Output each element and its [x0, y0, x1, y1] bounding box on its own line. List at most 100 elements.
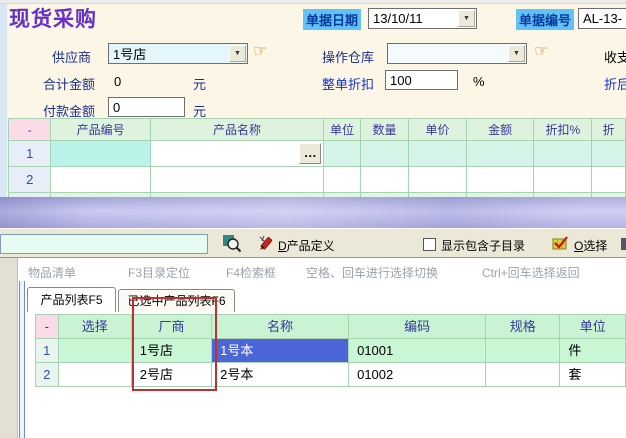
paid-amount-field[interactable]: 0	[108, 97, 185, 117]
chevron-down-icon[interactable]: ▼	[508, 45, 525, 62]
background-window-titlebar	[0, 197, 626, 228]
order-table-header-row: - 产品编号 产品名称 单位 数量 单价 金额 折扣% 折	[9, 119, 626, 141]
col-header-spec[interactable]: 规格	[486, 315, 560, 339]
left-gutter	[0, 258, 18, 438]
unit-cell[interactable]	[324, 141, 361, 167]
row-number: 2	[9, 167, 51, 193]
picker-row-1[interactable]: 1 1号店 1号本 01001 件	[36, 339, 626, 363]
qty-cell[interactable]	[361, 167, 409, 193]
total-amount-unit: 元	[193, 74, 206, 93]
amount-cell[interactable]	[467, 167, 534, 193]
spec-cell[interactable]	[486, 363, 560, 387]
select-cell[interactable]	[59, 363, 132, 387]
supplier-value: 1号店	[109, 44, 229, 63]
unit-cell[interactable]: 件	[560, 339, 626, 363]
amount-cell[interactable]	[467, 141, 534, 167]
search-button[interactable]	[221, 232, 243, 254]
ellipsis-lookup-button[interactable]: …	[299, 143, 321, 164]
name-cell-selected[interactable]: 1号本	[212, 339, 349, 363]
code-cell[interactable]: 01001	[349, 339, 486, 363]
supplier-combobox[interactable]: 1号店 ▼	[108, 43, 248, 64]
col-header-qty[interactable]: 数量	[361, 119, 409, 141]
order-row-1[interactable]: 1 …	[9, 141, 626, 167]
price-cell[interactable]	[409, 141, 467, 167]
red-annotation-rectangle	[132, 297, 217, 391]
col-header-code[interactable]: 编码	[349, 315, 486, 339]
row-number: 1	[9, 141, 51, 167]
help-ctrl-enter: Ctrl+回车选择返回	[482, 264, 580, 281]
col-header-truncated[interactable]: 折	[592, 119, 626, 141]
doc-no-field[interactable]: AL-13-	[578, 8, 626, 29]
discount-cell[interactable]	[534, 167, 592, 193]
show-subdir-checkbox[interactable]	[423, 238, 436, 251]
doc-no-label: 单据编号	[516, 9, 574, 30]
product-name-cell[interactable]	[151, 167, 324, 193]
order-discount-unit: %	[473, 74, 485, 89]
select-cell[interactable]	[59, 339, 132, 363]
product-define-button[interactable]	[257, 233, 277, 253]
col-header-discount-pct[interactable]: 折扣%	[534, 119, 592, 141]
order-row-2[interactable]: 2	[9, 167, 626, 193]
spec-cell[interactable]	[486, 339, 560, 363]
col-header-product-name[interactable]: 产品名称	[151, 119, 324, 141]
picker-row-2[interactable]: 2 2号店 2号本 01002 套	[36, 363, 626, 387]
product-define-label[interactable]: D产品定义	[278, 237, 335, 254]
chevron-down-icon[interactable]: ▼	[458, 10, 475, 27]
hand-picker-icon[interactable]: ☞	[253, 44, 267, 60]
row-number: 1	[36, 339, 59, 363]
order-items-table: - 产品编号 产品名称 单位 数量 单价 金额 折扣% 折 1 … 2	[8, 118, 626, 197]
col-header-unit[interactable]: 单位	[560, 315, 626, 339]
discount-cell[interactable]	[534, 141, 592, 167]
pen-icon	[257, 233, 277, 253]
total-amount-value: 0	[114, 74, 121, 89]
name-cell[interactable]: 2号本	[212, 363, 349, 387]
page-title: 现货采购	[9, 3, 97, 33]
help-space-enter: 空格、回车进行选择切换	[306, 264, 438, 281]
product-name-cell[interactable]: …	[151, 141, 324, 167]
truncated-cell[interactable]	[592, 167, 626, 193]
col-header-name[interactable]: 名称	[212, 315, 349, 339]
tab-product-list-f5[interactable]: 产品列表F5	[27, 287, 116, 312]
unit-cell[interactable]: 套	[560, 363, 626, 387]
col-header-select[interactable]: 选择	[59, 315, 132, 339]
hand-picker-icon[interactable]: ☞	[534, 44, 548, 60]
doc-date-value: 13/10/11	[369, 11, 458, 26]
help-f4: F4检索框	[226, 264, 276, 281]
doc-date-combobox[interactable]: 13/10/11 ▼	[368, 8, 477, 29]
col-header-price[interactable]: 单价	[409, 119, 467, 141]
checkmark-icon	[552, 235, 569, 251]
picker-header-row: - 选择 厂商 名称 编码 规格 单位	[36, 315, 626, 339]
price-cell[interactable]	[409, 167, 467, 193]
product-no-cell[interactable]	[51, 167, 150, 193]
show-subdir-label[interactable]: 显示包含子目录	[441, 237, 525, 254]
help-item-list: 物品清单	[28, 264, 76, 281]
col-header-product-no[interactable]: 产品编号	[51, 119, 150, 141]
total-amount-label: 合计金额	[43, 74, 95, 93]
truncated-cell[interactable]	[592, 141, 626, 167]
col-header-amount[interactable]: 金额	[467, 119, 534, 141]
screen: 现货采购 单据日期 13/10/11 ▼ 单据编号 AL-13- 供应商 1号店…	[0, 0, 626, 438]
after-discount-label-truncated: 折后	[604, 74, 626, 93]
col-header-unit[interactable]: 单位	[324, 119, 361, 141]
supplier-label: 供应商	[52, 47, 91, 66]
col-header-dash[interactable]: -	[36, 315, 59, 339]
unit-cell[interactable]	[324, 167, 361, 193]
warehouse-label: 操作仓库	[322, 47, 374, 66]
product-picker-table: - 选择 厂商 名称 编码 规格 单位 1 1号店 1号本 01001 件 2 …	[35, 314, 626, 387]
form-left-strip	[0, 4, 7, 197]
qty-cell[interactable]	[361, 141, 409, 167]
search-input[interactable]	[0, 234, 208, 254]
partial-toolbar-icon	[621, 238, 626, 250]
select-button[interactable]	[552, 235, 569, 251]
col-header-dash[interactable]: -	[9, 119, 51, 141]
order-discount-field[interactable]: 100	[385, 70, 458, 90]
code-cell[interactable]: 01002	[349, 363, 486, 387]
tree-splitter-handle[interactable]	[19, 281, 25, 438]
chevron-down-icon[interactable]: ▼	[229, 45, 246, 62]
select-label[interactable]: O选择	[574, 237, 607, 254]
product-no-cell[interactable]	[51, 141, 150, 167]
doc-date-label: 单据日期	[303, 9, 361, 30]
row-number: 2	[36, 363, 59, 387]
help-f3: F3目录定位	[128, 264, 190, 281]
warehouse-combobox[interactable]: ▼	[387, 43, 527, 64]
